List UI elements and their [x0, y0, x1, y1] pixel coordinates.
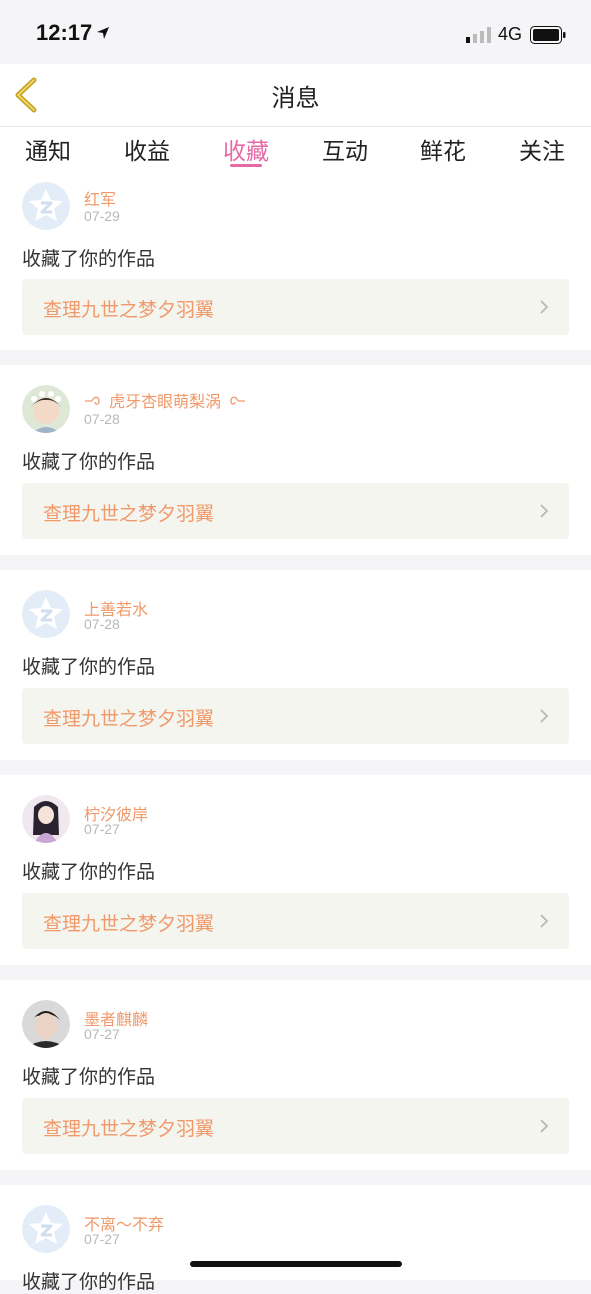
action-text: 收藏了你的作品 [22, 1066, 156, 1088]
work-title: 查理九世之梦夕羽翼 [43, 708, 215, 730]
home-indicator[interactable] [190, 1261, 402, 1267]
list-item: 虎牙杏眼萌梨涡 07-28 收藏了你的作品 查理九世之梦夕羽翼 [0, 365, 591, 555]
signal-icon [466, 27, 491, 43]
avatar[interactable] [22, 590, 70, 638]
work-title: 查理九世之梦夕羽翼 [43, 503, 215, 525]
status-bar: 12:17 4G [0, 0, 591, 64]
tab-following[interactable]: 关注 [502, 132, 582, 166]
message-date: 07-27 [84, 1231, 120, 1247]
ornament-right-icon [230, 396, 246, 405]
message-date: 07-29 [84, 208, 120, 224]
photo-avatar-icon [22, 1000, 70, 1048]
work-link[interactable]: 查理九世之梦夕羽翼 [22, 893, 569, 949]
message-date: 07-28 [84, 411, 120, 427]
list-item: 柠汐彼岸 07-27 收藏了你的作品 查理九世之梦夕羽翼 [0, 775, 591, 965]
default-star-avatar-icon [22, 590, 70, 638]
tab-flowers[interactable]: 鲜花 [403, 132, 483, 166]
tab-interaction[interactable]: 互动 [305, 132, 385, 166]
avatar[interactable] [22, 182, 70, 230]
work-link[interactable]: 查理九世之梦夕羽翼 [22, 1098, 569, 1154]
chevron-right-icon [540, 1119, 549, 1133]
action-text: 收藏了你的作品 [22, 861, 156, 883]
work-link[interactable]: 查理九世之梦夕羽翼 [22, 483, 569, 539]
avatar[interactable] [22, 1205, 70, 1253]
tab-notice[interactable]: 通知 [8, 132, 88, 166]
location-arrow-icon [97, 27, 109, 39]
message-date: 07-27 [84, 1026, 120, 1042]
chevron-right-icon [540, 504, 549, 518]
default-star-avatar-icon [22, 182, 70, 230]
avatar[interactable] [22, 795, 70, 843]
chevron-right-icon [540, 300, 549, 314]
work-title: 查理九世之梦夕羽翼 [43, 913, 215, 935]
action-text: 收藏了你的作品 [22, 1271, 156, 1293]
action-text: 收藏了你的作品 [22, 656, 156, 678]
action-text: 收藏了你的作品 [22, 248, 156, 270]
default-star-avatar-icon [22, 1205, 70, 1253]
avatar[interactable] [22, 385, 70, 433]
message-date: 07-27 [84, 821, 120, 837]
work-title: 查理九世之梦夕羽翼 [43, 1118, 215, 1140]
battery-icon [530, 26, 566, 44]
ornament-left-icon [85, 396, 100, 405]
chevron-right-icon [540, 709, 549, 723]
list-item: 红军 07-29 收藏了你的作品 查理九世之梦夕羽翼 [0, 177, 591, 350]
work-link[interactable]: 查理九世之梦夕羽翼 [22, 279, 569, 335]
tab-bar: 通知 收益 收藏 互动 鲜花 关注 [0, 127, 591, 177]
list-item: 墨者麒麟 07-27 收藏了你的作品 查理九世之梦夕羽翼 [0, 980, 591, 1170]
tab-income[interactable]: 收益 [107, 132, 187, 166]
work-link[interactable]: 查理九世之梦夕羽翼 [22, 688, 569, 744]
action-text: 收藏了你的作品 [22, 451, 156, 473]
work-title: 查理九世之梦夕羽翼 [43, 299, 215, 321]
network-type: 4G [498, 24, 523, 44]
page-title: 消息 [271, 84, 320, 112]
message-date: 07-28 [84, 616, 120, 632]
active-tab-indicator [230, 164, 262, 167]
user-name[interactable]: 红军 [84, 186, 116, 210]
status-time: 12:17 [36, 20, 93, 45]
nav-bar: 消息 [0, 64, 591, 127]
illustration-avatar-icon [22, 795, 70, 843]
user-name[interactable]: 虎牙杏眼萌梨涡 [84, 388, 246, 412]
chevron-right-icon [540, 914, 549, 928]
photo-avatar-icon [22, 385, 70, 433]
tab-favorites[interactable]: 收藏 [206, 132, 286, 166]
list-item: 上善若水 07-28 收藏了你的作品 查理九世之梦夕羽翼 [0, 570, 591, 760]
avatar[interactable] [22, 1000, 70, 1048]
